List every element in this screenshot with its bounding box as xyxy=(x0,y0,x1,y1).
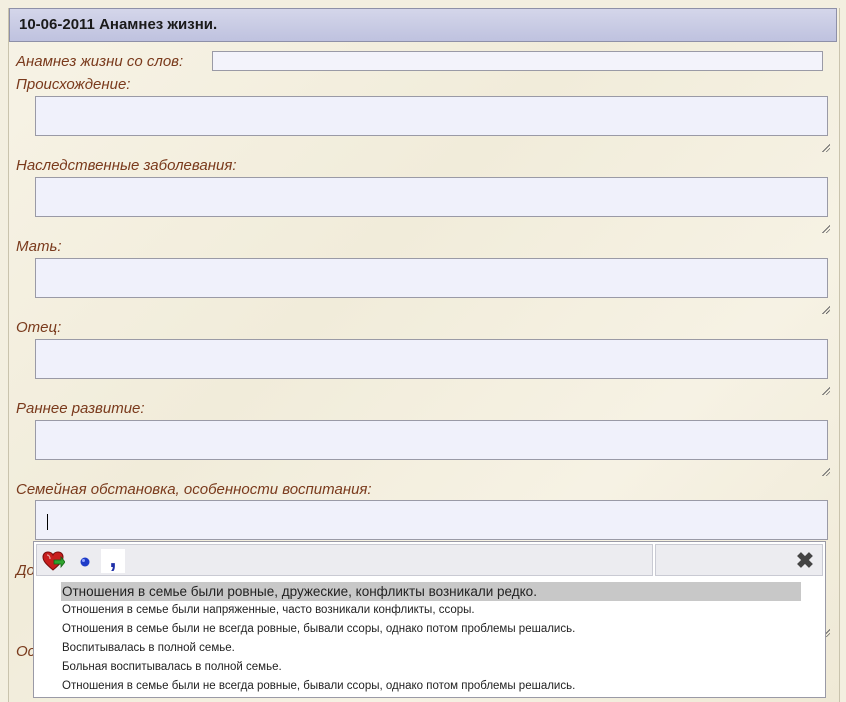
suggestion-item[interactable]: Отношения в семье были напряженные, част… xyxy=(61,601,801,620)
resize-grip-icon[interactable] xyxy=(821,224,830,233)
mother-label: Мать: xyxy=(16,238,62,255)
close-icon[interactable]: ✖ xyxy=(794,549,816,573)
father-label: Отец: xyxy=(16,319,62,336)
suggestion-item[interactable]: Воспитывалась в полной семье. xyxy=(61,639,801,658)
autocomplete-popup: , ✖ Отношения в семье были ровные, друже… xyxy=(33,541,826,698)
anamnesis-from-label: Анамнез жизни со слов: xyxy=(16,53,184,70)
early-development-label: Раннее развитие: xyxy=(16,400,145,417)
suggestion-item[interactable]: Отношения в семье были не всегда ровные,… xyxy=(61,620,801,639)
hereditary-textarea[interactable] xyxy=(35,177,828,217)
mother-textarea[interactable] xyxy=(35,258,828,298)
heart-arrow-icon[interactable] xyxy=(41,549,66,573)
family-label: Семейная обстановка, особенности воспита… xyxy=(16,481,372,498)
father-textarea[interactable] xyxy=(35,339,828,379)
comma-icon[interactable]: , xyxy=(101,545,125,573)
suggestion-list: Отношения в семье были ровные, дружеские… xyxy=(61,582,801,696)
suggestion-item[interactable]: Отношения в семье были ровные, дружеские… xyxy=(61,582,801,601)
suggestion-item[interactable]: Больная воспитывалась в полной семье. xyxy=(61,658,801,677)
early-development-textarea[interactable] xyxy=(35,420,828,460)
text-caret xyxy=(47,514,48,530)
resize-grip-icon[interactable] xyxy=(821,143,830,152)
hereditary-label: Наследственные заболевания: xyxy=(16,157,237,174)
family-textarea[interactable] xyxy=(35,500,828,540)
resize-grip-icon[interactable] xyxy=(821,305,830,314)
origin-label: Происхождение: xyxy=(16,76,131,93)
autocomplete-toolbar: , xyxy=(36,544,653,576)
form-title: 10-06-2011 Анамнез жизни. xyxy=(9,8,837,42)
anamnesis-from-input[interactable] xyxy=(212,51,823,71)
dot-icon[interactable] xyxy=(73,549,97,573)
origin-textarea[interactable] xyxy=(35,96,828,136)
resize-grip-icon[interactable] xyxy=(821,386,830,395)
suggestion-item[interactable]: Отношения в семье были не всегда ровные,… xyxy=(61,677,801,696)
resize-grip-icon[interactable] xyxy=(821,467,830,476)
autocomplete-toolbar-right: ✖ xyxy=(655,544,823,576)
